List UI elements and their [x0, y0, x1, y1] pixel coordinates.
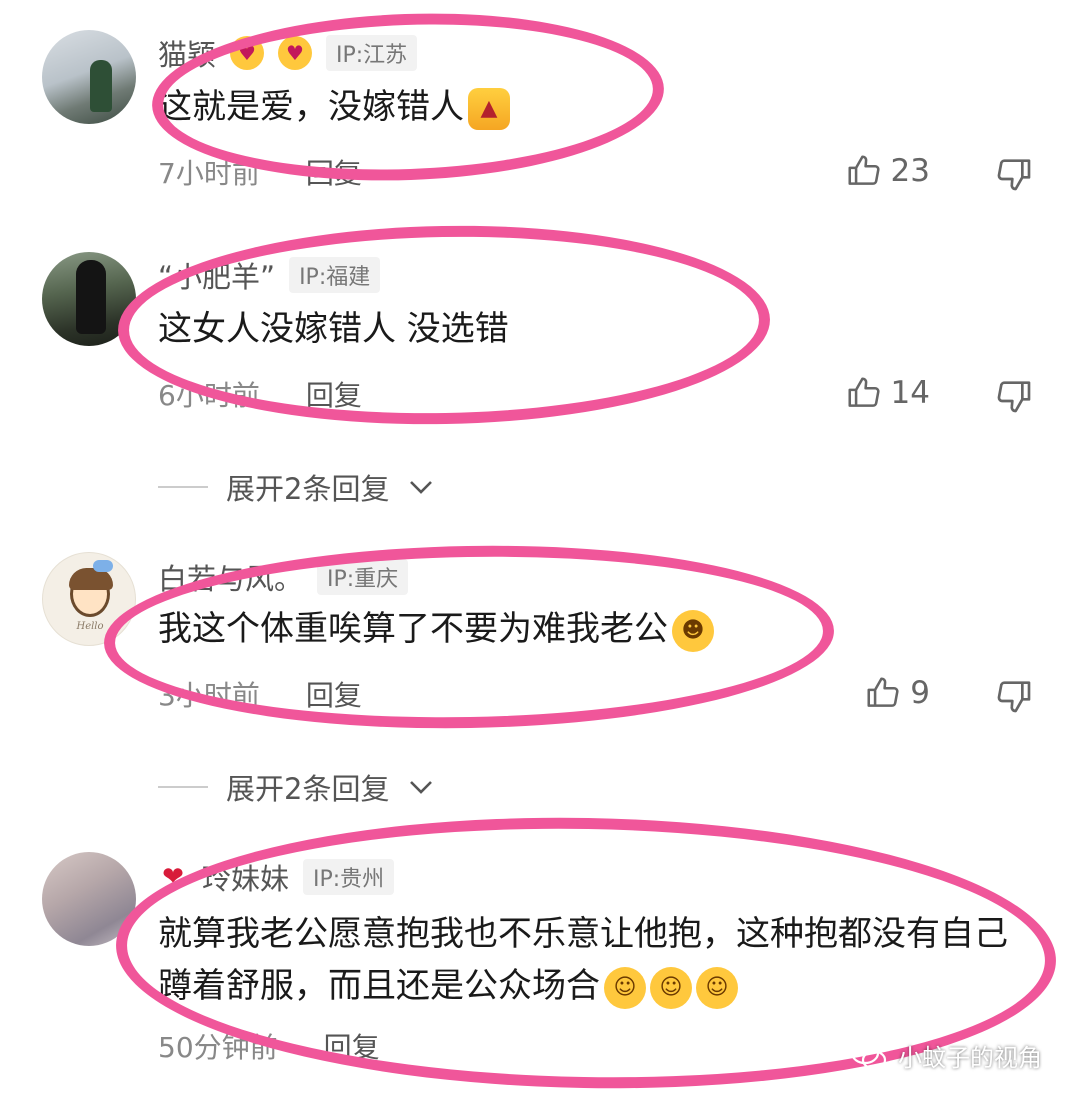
comment-time: 50分钟前 [158, 1031, 278, 1064]
comment-meta: 50分钟前 回复 [158, 1026, 380, 1066]
ip-location-badge: IP:贵州 [303, 859, 395, 895]
comment-item: ❤ 玲妹妹 IP:贵州 就算我老公愿意抱我也不乐意让他抱，这种抱都没有自己蹲着舒… [0, 0, 1080, 1103]
lips-icon: ❤ [162, 862, 184, 892]
comment-text: 就算我老公愿意抱我也不乐意让他抱，这种抱都没有自己蹲着舒服，而且还是公众场合 ☺ ☺… [158, 908, 1026, 1012]
comment-text-content: 就算我老公愿意抱我也不乐意让他抱，这种抱都没有自己蹲着舒服，而且还是公众场合 [158, 914, 1008, 1006]
grinning-squinting-face-icon: ☺ [650, 966, 692, 1009]
comment-header: ❤ 玲妹妹 IP:贵州 [158, 856, 395, 898]
username[interactable]: 玲妹妹 [202, 856, 289, 898]
watermark: 小蚊子的视角 [850, 1038, 1042, 1073]
grinning-squinting-face-icon: ☺ [604, 966, 646, 1009]
watermark-text: 小蚊子的视角 [898, 1044, 1042, 1072]
grinning-squinting-face-icon: ☺ [696, 966, 738, 1009]
wechat-icon [850, 1041, 887, 1070]
reply-button[interactable]: 回复 [324, 1026, 380, 1066]
avatar[interactable] [42, 852, 136, 946]
